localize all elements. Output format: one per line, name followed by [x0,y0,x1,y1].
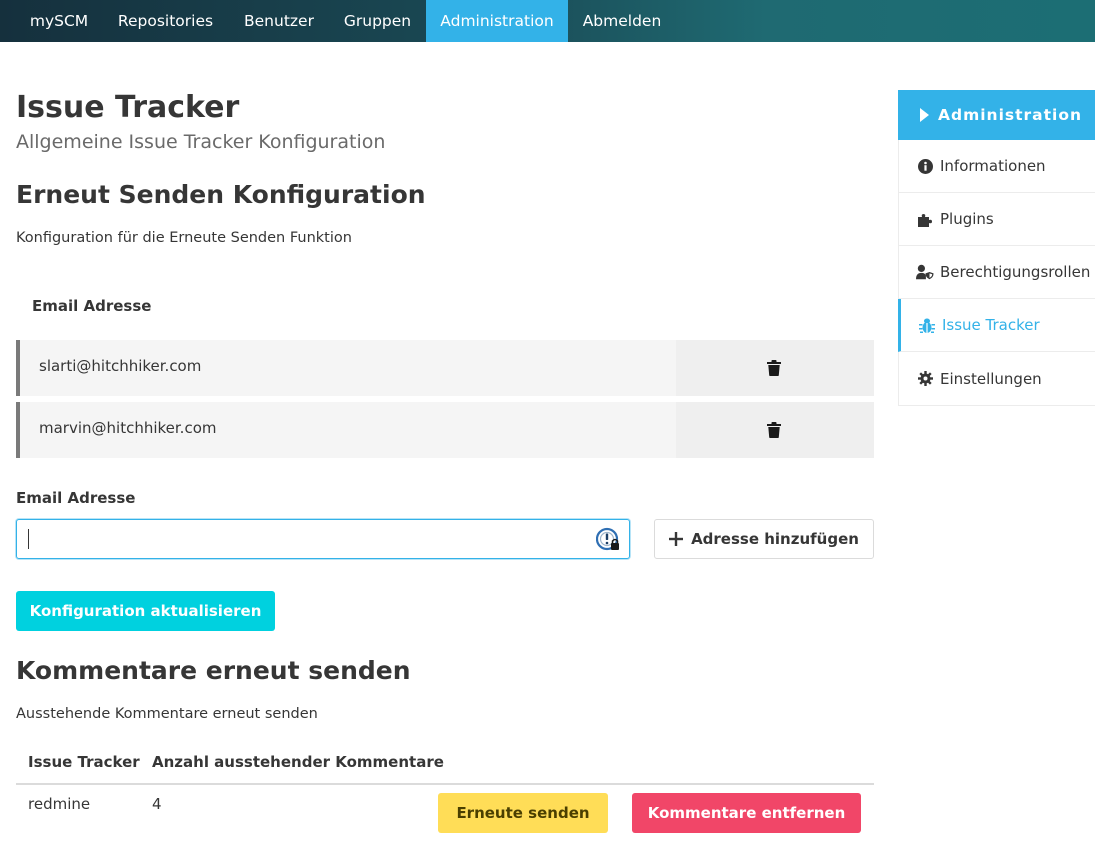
sidebar-item-plugins[interactable]: Plugins [899,193,1095,246]
nav-item-repositories[interactable]: Repositories [103,0,228,42]
resend-comments-description: Ausstehende Kommentare erneut senden [16,706,318,722]
email-row: slarti@hitchhiker.com [16,340,874,396]
text-cursor [28,529,29,549]
sidebar-item-issue-tracker[interactable]: Issue Tracker [898,299,1095,352]
puzzle-icon [916,210,934,228]
remove-comments-button[interactable]: Kommentare entfernen [632,793,861,833]
email-row: marvin@hitchhiker.com [16,402,874,458]
column-header-issue-tracker: Issue Tracker [28,753,140,771]
pending-count: 4 [152,795,162,813]
email-input[interactable] [16,519,630,559]
table-divider [16,783,874,785]
gear-icon [916,370,934,388]
sidebar-item-berechtigungsrollen[interactable]: Berechtigungsrollen [899,246,1095,299]
nav-item-myscm[interactable]: mySCM [16,0,102,42]
email-address: slarti@hitchhiker.com [39,357,202,375]
nav-item-gruppen[interactable]: Gruppen [330,0,425,42]
sidebar-menu: Informationen Plugins Berechtigungsrolle… [898,140,1095,406]
sidebar-item-label: Plugins [940,210,994,228]
add-address-button[interactable]: Adresse hinzufügen [654,519,874,559]
resend-comments-title: Kommentare erneut senden [16,656,411,685]
add-address-label: Adresse hinzufügen [691,530,859,548]
email-table-header: Email Adresse [32,297,152,315]
column-header-pending-count: Anzahl ausstehender Kommentare [152,753,444,771]
sidebar-item-label: Informationen [940,157,1046,175]
caret-right-icon [920,108,929,122]
resend-button[interactable]: Erneute senden [438,793,608,833]
nav-item-abmelden[interactable]: Abmelden [569,0,675,42]
email-address: marvin@hitchhiker.com [39,419,217,437]
delete-cell [676,340,874,396]
email-input-label: Email Adresse [16,489,136,507]
sidebar-item-informationen[interactable]: Informationen [899,140,1095,193]
top-navbar: mySCM Repositories Benutzer Gruppen Admi… [0,0,1095,42]
nav-item-administration[interactable]: Administration [426,0,568,42]
page-title: Issue Tracker [16,90,240,125]
resend-config-title: Erneut Senden Konfiguration [16,180,426,209]
trash-icon[interactable] [767,360,781,376]
trash-icon[interactable] [767,422,781,438]
plus-icon [669,532,684,546]
nav-item-benutzer[interactable]: Benutzer [229,0,329,42]
resend-config-description: Konfiguration für die Erneute Senden Fun… [16,230,352,246]
delete-cell [676,402,874,458]
sidebar-header[interactable]: Administration [898,90,1095,140]
tracker-name: redmine [28,795,91,813]
sidebar-item-label: Einstellungen [940,369,1042,388]
sidebar-item-einstellungen[interactable]: Einstellungen [899,352,1095,405]
sidebar-item-label: Berechtigungsrollen [940,263,1091,281]
sidebar-header-label: Administration [938,106,1083,124]
sidebar-item-label: Issue Tracker [942,316,1040,334]
update-config-button[interactable]: Konfiguration aktualisieren [16,591,275,631]
page-subtitle: Allgemeine Issue Tracker Konfiguration [16,131,386,153]
user-shield-icon [916,263,934,281]
bug-icon [918,316,936,334]
info-circle-icon [916,157,934,175]
password-manager-icon[interactable] [596,527,622,553]
